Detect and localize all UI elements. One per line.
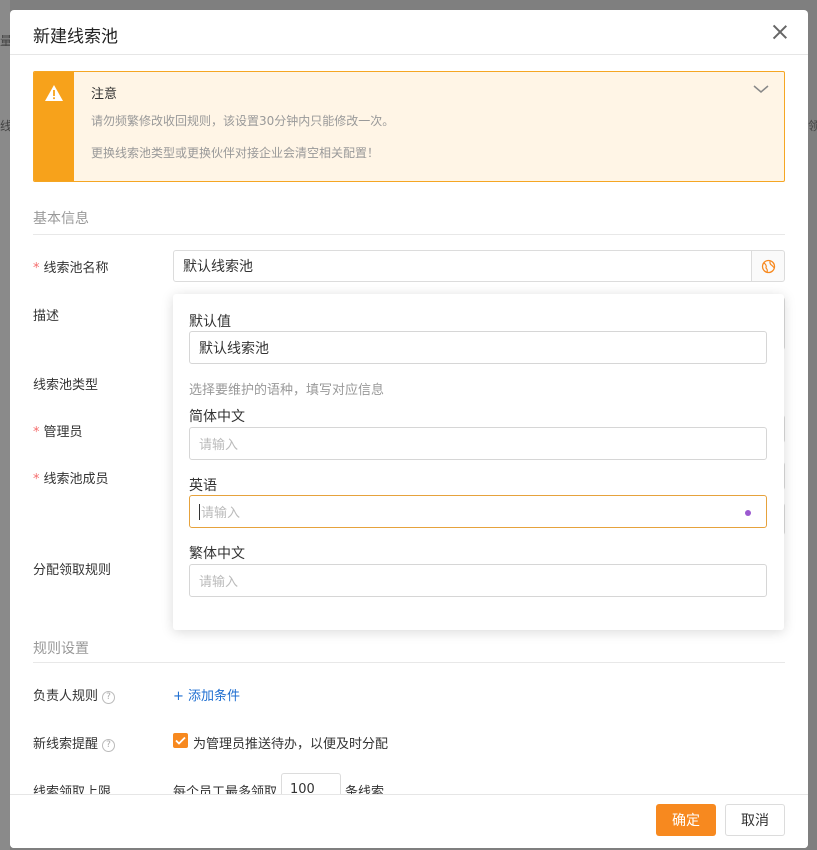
field-label-admin-text: 管理员 [43,425,83,440]
field-label-allocation: 分配领取规则 [33,563,112,578]
default-value-label: 默认值 [189,314,231,330]
required-mark: * [33,261,40,276]
section-title-rules: 规则设置 [33,641,89,657]
add-condition-link[interactable]: + 添加条件 [173,685,240,704]
lang-input-placeholder: 请输入 [201,506,241,521]
create-lead-pool-dialog: 新建线索池 注意 请勿频繁修改收回规则，该设置30分钟内只能修改一次。 更换线索… [10,10,808,848]
backdrop-text: 领 [808,119,817,133]
status-dot [745,510,751,516]
default-value-text: 默认线索池 [199,340,269,357]
help-icon[interactable]: ? [102,691,116,704]
reminder-option-label: 为管理员推送待办，以便及时分配 [193,737,389,752]
notice-text: 请勿频繁修改收回规则，该设置30分钟内只能修改一次。 [91,114,395,128]
default-value-input[interactable]: 默认线索池 [189,331,767,364]
language-hint: 选择要维护的语种，填写对应信息 [189,383,385,398]
chevron-down-icon[interactable] [752,82,770,96]
section-title-basic: 基本信息 [33,211,89,227]
check-icon [175,736,186,745]
notice-text: 更换线索池类型或更换伙伴对接企业会清空相关配置！ [91,146,380,160]
text-caret [199,503,200,520]
field-label-members-text: 线索池成员 [43,472,109,487]
notice-bar [34,72,74,181]
reminder-checkbox[interactable] [173,733,188,748]
notice-title: 注意 [91,87,118,102]
lang-input-zh-cn[interactable]: 请输入 [189,427,767,460]
field-label-owner-rule-text: 负责人规则 [33,689,99,704]
field-label-description: 描述 [33,309,60,324]
field-label-name: * 线索池名称 [33,257,109,276]
divider [33,662,785,663]
required-mark: * [33,472,40,487]
field-label-owner-rule: 负责人规则? [33,685,116,704]
pool-name-value: 默认线索池 [183,259,253,275]
field-label-type: 线索池类型 [33,378,99,393]
close-icon[interactable] [770,22,790,42]
lang-label-zh-tw: 繁体中文 [189,546,245,562]
field-label-reminder-text: 新线索提醒 [33,737,99,752]
required-mark: * [33,425,40,440]
lang-input-placeholder: 请输入 [199,575,239,590]
field-label-admin: * 管理员 [33,421,83,440]
warning-icon [45,85,63,101]
language-button[interactable] [751,250,785,282]
lang-input-placeholder: 请输入 [199,438,239,453]
pool-name-input[interactable]: 默认线索池 [173,250,752,282]
globe-icon [761,259,775,273]
confirm-button[interactable]: 确定 [656,804,716,836]
dialog-footer: 确定 取消 [10,794,808,848]
help-icon[interactable]: ? [102,739,116,752]
lang-input-en[interactable]: 请输入 [189,495,767,528]
dialog-header: 新建线索池 [10,10,808,55]
dialog-title: 新建线索池 [33,27,118,47]
lang-label-en: 英语 [189,478,217,494]
lang-label-zh-cn: 简体中文 [189,409,245,425]
field-label-members: * 线索池成员 [33,468,109,487]
lang-input-zh-tw[interactable]: 请输入 [189,564,767,597]
language-popover: 默认值 默认线索池 选择要维护的语种，填写对应信息 简体中文 请输入 英语 请输… [173,294,784,630]
divider [33,234,785,235]
cancel-button[interactable]: 取消 [725,804,785,836]
field-label-reminder: 新线索提醒? [33,733,116,752]
notice-banner: 注意 请勿频繁修改收回规则，该设置30分钟内只能修改一次。 更换线索池类型或更换… [33,71,785,182]
field-label-name-text: 线索池名称 [43,261,109,276]
